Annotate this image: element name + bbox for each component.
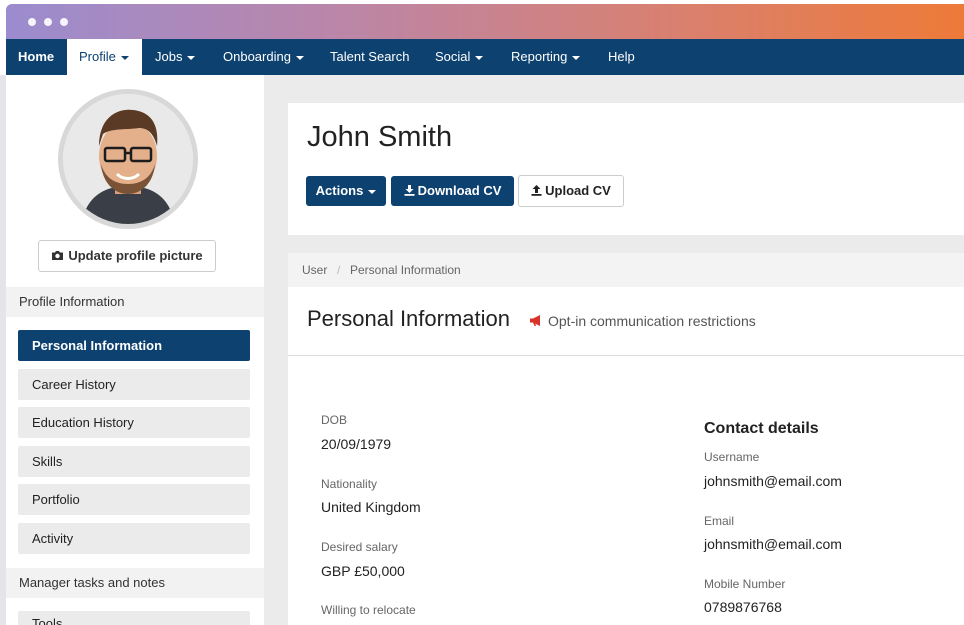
nav-jobs-label: Jobs: [155, 49, 183, 64]
chevron-down-icon: [368, 189, 377, 194]
sidebar-item-portfolio[interactable]: Portfolio: [18, 484, 250, 515]
download-icon: [404, 185, 415, 196]
breadcrumb-user[interactable]: User: [302, 263, 327, 277]
nav-social[interactable]: Social: [435, 39, 484, 75]
sidebar-item-education-history[interactable]: Education History: [18, 407, 250, 438]
nav-talent-search-label: Talent Search: [330, 49, 410, 64]
chevron-down-icon: [475, 55, 484, 60]
breadcrumb-separator: /: [337, 263, 341, 277]
mobile-number-value: 0789876768: [704, 599, 782, 615]
nav-home[interactable]: Home: [18, 39, 54, 75]
download-cv-label: Download CV: [417, 183, 502, 198]
sidebar-item-activity[interactable]: Activity: [18, 523, 250, 554]
page-title: Personal Information: [307, 306, 510, 331]
nav-help[interactable]: Help: [608, 39, 635, 75]
nav-reporting-label: Reporting: [511, 49, 568, 64]
main-navbar: Home Profile Jobs Onboarding Talent Sear…: [6, 39, 964, 75]
nav-talent-search[interactable]: Talent Search: [330, 39, 410, 75]
profile-name: John Smith: [307, 121, 453, 153]
nav-help-label: Help: [608, 49, 635, 64]
actions-dropdown-button[interactable]: Actions: [306, 176, 386, 206]
nav-jobs[interactable]: Jobs: [155, 39, 196, 75]
sidebar-item-skills[interactable]: Skills: [18, 446, 250, 477]
nav-onboarding-label: Onboarding: [223, 49, 291, 64]
desired-salary-value: GBP £50,000: [321, 563, 405, 579]
avatar: [58, 89, 198, 229]
layout-gutter: [264, 75, 288, 625]
sidebar-item-career-history[interactable]: Career History: [18, 369, 250, 400]
upload-cv-label: Upload CV: [545, 183, 611, 198]
breadcrumb-current: Personal Information: [350, 263, 461, 277]
section-manager-tasks: Manager tasks and notes: [6, 568, 264, 598]
upload-cv-button[interactable]: Upload CV: [518, 175, 624, 207]
section-profile-information: Profile Information: [6, 287, 264, 317]
megaphone-icon: [530, 315, 540, 326]
sidebar-item-tools[interactable]: Tools: [18, 611, 250, 625]
nav-profile-label: Profile: [79, 49, 116, 64]
dob-value: 20/09/1979: [321, 436, 392, 452]
window-close-dot[interactable]: [28, 18, 36, 26]
update-profile-picture-button[interactable]: Update profile picture: [38, 240, 216, 272]
nav-onboarding[interactable]: Onboarding: [223, 39, 304, 75]
window-minimize-dot[interactable]: [44, 18, 52, 26]
email-value: johnsmith@email.com: [704, 536, 842, 552]
username-value: johnsmith@email.com: [704, 473, 842, 489]
chevron-down-icon: [572, 55, 581, 60]
mobile-number-label: Mobile Number: [704, 577, 786, 591]
window-maximize-dot[interactable]: [60, 18, 68, 26]
download-cv-button[interactable]: Download CV: [391, 176, 514, 206]
nationality-value: United Kingdom: [321, 499, 421, 515]
nav-social-label: Social: [435, 49, 471, 64]
profile-photo-icon: [63, 94, 193, 224]
chevron-down-icon: [187, 55, 196, 60]
desired-salary-label: Desired salary: [321, 540, 398, 554]
camera-icon: [52, 251, 64, 260]
layout-gap: [288, 235, 964, 253]
window-titlebar: [6, 4, 964, 39]
dob-label: DOB: [321, 413, 348, 427]
chevron-down-icon: [295, 55, 304, 60]
nationality-label: Nationality: [321, 477, 378, 491]
upload-icon: [531, 185, 542, 196]
willing-to-relocate-label: Willing to relocate: [321, 603, 416, 617]
sidebar-item-personal-information[interactable]: Personal Information: [18, 330, 250, 361]
chevron-down-icon: [120, 55, 129, 60]
update-profile-picture-label: Update profile picture: [68, 248, 203, 263]
content-divider: [288, 355, 964, 356]
nav-reporting[interactable]: Reporting: [511, 39, 581, 75]
actions-label: Actions: [315, 183, 364, 198]
email-label: Email: [704, 514, 735, 528]
nav-home-label: Home: [18, 49, 55, 64]
layout-gap: [288, 75, 964, 103]
contact-details-heading: Contact details: [704, 420, 819, 437]
nav-profile[interactable]: Profile: [67, 39, 142, 75]
username-label: Username: [704, 450, 760, 464]
optin-restrictions-link[interactable]: Opt-in communication restrictions: [548, 313, 756, 329]
